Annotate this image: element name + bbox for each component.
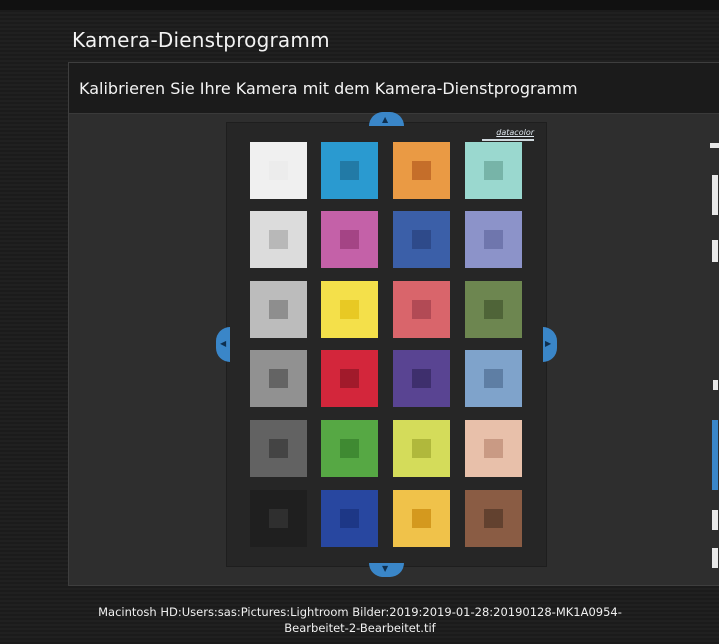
color-patch-center — [340, 369, 359, 388]
color-patch-center — [269, 509, 288, 528]
color-patch-center — [340, 439, 359, 458]
color-patch — [321, 281, 378, 338]
color-patch — [465, 420, 522, 477]
color-patch-center — [484, 161, 503, 180]
brand-logo: datacolor — [496, 128, 534, 137]
color-patch — [250, 420, 307, 477]
colorchecker-image: datacolor — [227, 123, 546, 566]
arrow-left-icon: ◀ — [220, 339, 227, 348]
color-patch-center — [340, 161, 359, 180]
color-patch — [393, 211, 450, 268]
color-patch — [393, 420, 450, 477]
color-patch-center — [340, 300, 359, 319]
color-patch-center — [412, 230, 431, 249]
clipped-side-control[interactable] — [713, 380, 718, 390]
color-patch-center — [484, 369, 503, 388]
clipped-side-control[interactable] — [712, 175, 718, 215]
color-patch-center — [269, 369, 288, 388]
color-patch-center — [269, 300, 288, 319]
color-patch-center — [412, 439, 431, 458]
arrow-down-icon: ▼ — [382, 564, 389, 573]
color-patch-center — [340, 230, 359, 249]
color-patch — [250, 490, 307, 547]
color-patch — [321, 490, 378, 547]
crop-handle-left[interactable]: ◀ — [216, 327, 230, 362]
color-patch — [393, 490, 450, 547]
color-patch-center — [412, 161, 431, 180]
color-patch — [393, 350, 450, 407]
arrow-right-icon: ▶ — [545, 339, 552, 348]
color-patch — [321, 420, 378, 477]
color-patch-center — [484, 439, 503, 458]
arrow-up-icon: ▲ — [382, 115, 389, 124]
top-strip — [0, 0, 719, 10]
color-patch — [465, 350, 522, 407]
color-patch-center — [412, 300, 431, 319]
color-patch — [250, 142, 307, 199]
panel-title: Kalibrieren Sie Ihre Kamera mit dem Kame… — [79, 79, 578, 98]
brand-logo-bar — [482, 139, 534, 141]
color-patch-center — [412, 369, 431, 388]
color-patch — [393, 281, 450, 338]
color-patch — [321, 142, 378, 199]
color-patch-center — [484, 509, 503, 528]
color-patch — [250, 211, 307, 268]
color-patch-center — [269, 230, 288, 249]
color-patch-center — [269, 439, 288, 458]
color-patch — [393, 142, 450, 199]
color-patch-center — [269, 161, 288, 180]
color-patch — [465, 211, 522, 268]
clipped-side-control[interactable] — [712, 240, 718, 262]
color-patch — [465, 142, 522, 199]
crop-handle-top[interactable]: ▲ — [369, 112, 404, 126]
color-patch — [321, 350, 378, 407]
app-title: Kamera-Dienstprogramm — [72, 28, 330, 52]
file-path: Macintosh HD:Users:sas:Pictures:Lightroo… — [60, 604, 660, 636]
clipped-side-control[interactable] — [712, 420, 718, 490]
clipped-side-control[interactable] — [712, 510, 718, 530]
color-patch — [250, 350, 307, 407]
color-patch-center — [484, 230, 503, 249]
color-patch-center — [340, 509, 359, 528]
color-patch — [321, 211, 378, 268]
color-patch — [465, 490, 522, 547]
color-patch-center — [484, 300, 503, 319]
panel-header: Kalibrieren Sie Ihre Kamera mit dem Kame… — [69, 63, 719, 114]
color-patch — [250, 281, 307, 338]
color-patch — [465, 281, 522, 338]
file-path-line-1: Macintosh HD:Users:sas:Pictures:Lightroo… — [98, 605, 622, 619]
file-path-line-2: Bearbeitet-2-Bearbeitet.tif — [284, 621, 436, 635]
color-patch-center — [412, 509, 431, 528]
clipped-side-control[interactable] — [710, 143, 719, 148]
clipped-side-control[interactable] — [712, 548, 718, 568]
